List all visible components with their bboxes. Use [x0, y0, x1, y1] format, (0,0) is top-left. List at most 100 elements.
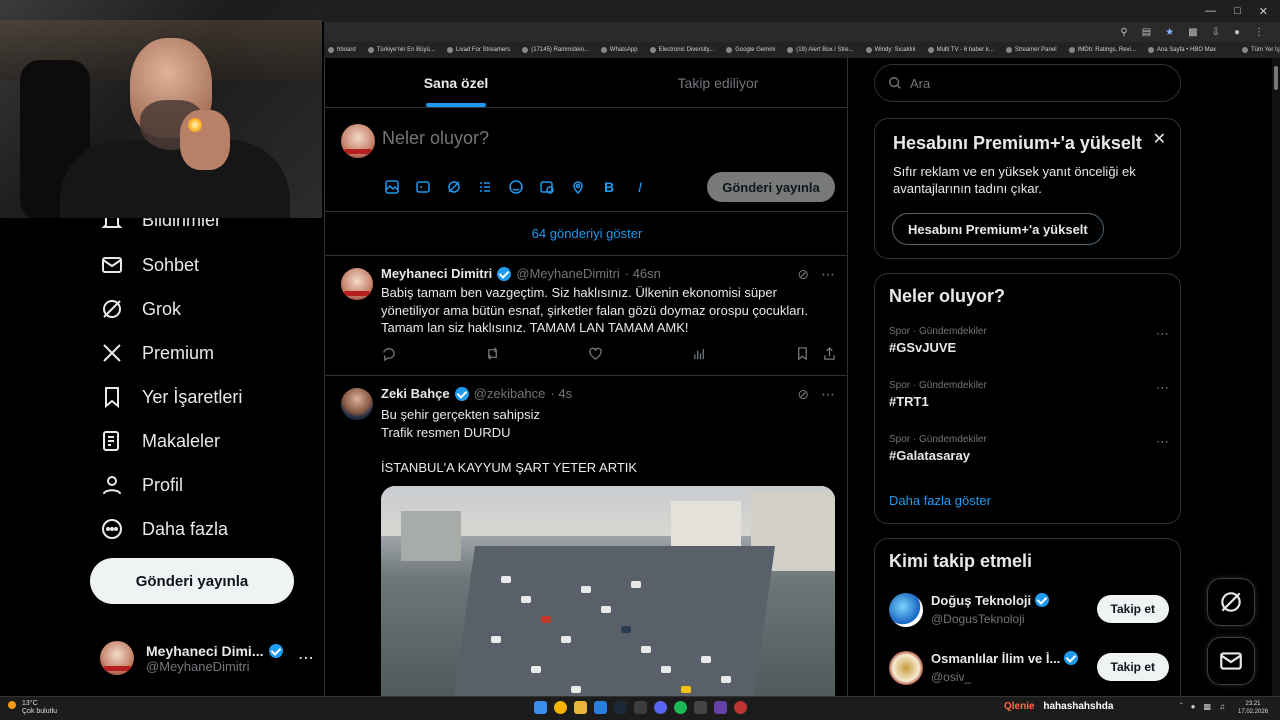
grok-fab[interactable]	[1207, 578, 1255, 626]
emoji-icon[interactable]	[507, 178, 525, 196]
bookmark-item[interactable]: Multi TV - 6 haber k...	[927, 47, 994, 53]
bookmark-item[interactable]: (19) Alert Box / Stre...	[787, 47, 854, 53]
app-icon[interactable]	[714, 701, 727, 714]
mic-icon[interactable]: ●	[1191, 702, 1196, 711]
nav-grok[interactable]: Grok	[100, 297, 181, 321]
author-name[interactable]: Zeki Bahçe	[381, 386, 450, 401]
author-handle[interactable]: @zekibahce	[474, 386, 546, 401]
schedule-icon[interactable]	[538, 178, 556, 196]
suggestion-name[interactable]: Doğuş Teknoloji	[931, 593, 1031, 608]
bookmark-item[interactable]: Streamer Panel	[1005, 47, 1057, 53]
italic-icon[interactable]: I	[631, 178, 649, 196]
bookmark-item[interactable]: Tüm Yer İşaretleri	[1242, 47, 1280, 53]
follow-button[interactable]: Takip et	[1096, 595, 1169, 623]
bookmark-item[interactable]: Ana Sayfa • HBO Max	[1147, 47, 1216, 53]
search-input[interactable]	[910, 75, 1150, 91]
tab-following[interactable]: Takip ediliyor	[587, 58, 847, 107]
bookmark-item[interactable]: Google Gemini	[726, 47, 775, 53]
bookmark-item[interactable]: (17145) Rammstein...	[522, 47, 589, 53]
address-bar[interactable]: ⚲ ▤ ★ ▩ ⇩ ● ⋮	[324, 22, 1280, 42]
repost-icon[interactable]	[485, 346, 500, 366]
grok-icon[interactable]	[445, 178, 463, 196]
bookmark-item[interactable]: IMDb: Ratings, Revi...	[1068, 47, 1136, 53]
grok-icon[interactable]: ⊘	[797, 386, 809, 403]
maximize-icon[interactable]: □	[1234, 5, 1241, 17]
zoom-icon[interactable]: ⚲	[1120, 27, 1127, 38]
star-icon[interactable]: ★	[1165, 27, 1174, 38]
nav-chat[interactable]: Sohbet	[100, 253, 199, 277]
nav-bookmarks[interactable]: Yer İşaretleri	[100, 385, 242, 409]
more-dots-icon[interactable]: ⋯	[298, 648, 314, 668]
composer-post-button[interactable]: Gönderi yayınla	[707, 172, 835, 202]
scrollbar[interactable]	[1272, 58, 1280, 696]
more-dots-icon[interactable]: ⋯	[821, 266, 835, 283]
bookmark-icon[interactable]	[795, 346, 810, 366]
more-dots-icon[interactable]: ⋯	[1156, 326, 1169, 342]
close-icon[interactable]: ✕	[1153, 129, 1166, 149]
bookmark-item[interactable]: WhatsApp	[600, 47, 638, 53]
app-icon[interactable]	[594, 701, 607, 714]
image-icon[interactable]	[383, 178, 401, 196]
nav-more[interactable]: Daha fazla	[100, 517, 228, 541]
volume-icon[interactable]: ♫	[1219, 702, 1225, 711]
tweet-time[interactable]: · 4s	[550, 386, 572, 401]
follow-suggestion[interactable]: Doğuş Teknoloji @DogusTeknoloji Takip et	[889, 591, 1169, 631]
cast-icon[interactable]: ▤	[1142, 27, 1151, 38]
author-name[interactable]: Meyhaneci Dimitri	[381, 266, 492, 281]
share-icon[interactable]	[822, 346, 837, 366]
views-icon[interactable]	[692, 346, 707, 366]
tweet[interactable]: Meyhaneci Dimitri @MeyhaneDimitri · 46sn…	[325, 256, 847, 376]
grok-icon[interactable]: ⊘	[797, 266, 809, 283]
extensions-icon[interactable]: ▩	[1188, 27, 1197, 38]
bookmark-item[interactable]: Livad For Streamers	[446, 47, 510, 53]
trend-tag[interactable]: #GSvJUVE	[889, 340, 1169, 355]
search-box[interactable]	[874, 64, 1181, 102]
like-icon[interactable]	[588, 346, 603, 366]
bold-icon[interactable]: B	[600, 178, 618, 196]
avatar[interactable]	[889, 593, 923, 627]
nav-articles[interactable]: Makaleler	[100, 429, 220, 453]
more-dots-icon[interactable]: ⋯	[821, 386, 835, 403]
composer-input[interactable]	[382, 128, 822, 149]
file-explorer-icon[interactable]	[574, 701, 587, 714]
bookmark-item[interactable]: Electronic Diversity...	[649, 47, 714, 53]
gif-icon[interactable]	[414, 178, 432, 196]
more-dots-icon[interactable]: ⋯	[1156, 380, 1169, 396]
download-icon[interactable]: ⇩	[1212, 27, 1220, 38]
close-icon[interactable]: ✕	[1259, 5, 1268, 18]
clock[interactable]: 23:21 17.02.2026	[1238, 700, 1268, 716]
weather-widget[interactable]: 13°C Çok bulutlu	[22, 700, 57, 716]
spotify-icon[interactable]	[674, 701, 687, 714]
trend-item[interactable]: Spor · Gündemdekiler #Galatasaray ⋯	[889, 434, 1169, 463]
author-handle[interactable]: @MeyhaneDimitri	[516, 266, 620, 281]
post-button[interactable]: Gönderi yayınla	[90, 558, 294, 604]
more-dots-icon[interactable]: ⋯	[1156, 434, 1169, 450]
trend-tag[interactable]: #TRT1	[889, 394, 1169, 409]
follow-suggestion[interactable]: Osmanlılar İlim ve İ... @osiv_ Takip et	[889, 649, 1169, 689]
menu-icon[interactable]: ⋮	[1254, 27, 1264, 38]
suggestion-name[interactable]: Osmanlılar İlim ve İ...	[931, 651, 1060, 666]
account-switcher[interactable]: Meyhaneci Dimi... @MeyhaneDimitri ⋯	[100, 636, 314, 680]
trend-tag[interactable]: #Galatasaray	[889, 448, 1169, 463]
bookmark-item[interactable]: Windy: Sıcaklık	[865, 47, 916, 53]
avatar[interactable]	[341, 268, 373, 300]
messages-fab[interactable]	[1207, 637, 1255, 685]
follow-button[interactable]: Takip et	[1096, 653, 1169, 681]
reply-icon[interactable]	[381, 346, 396, 366]
app-icon[interactable]	[694, 701, 707, 714]
trend-item[interactable]: Spor · Gündemdekiler #GSvJUVE ⋯	[889, 326, 1169, 355]
location-icon[interactable]	[569, 178, 587, 196]
trend-item[interactable]: Spor · Gündemdekiler #TRT1 ⋯	[889, 380, 1169, 409]
steam-icon[interactable]	[614, 701, 627, 714]
poll-icon[interactable]	[476, 178, 494, 196]
profile-icon[interactable]: ●	[1234, 27, 1240, 38]
avatar[interactable]	[889, 651, 923, 685]
nav-profile[interactable]: Profil	[100, 473, 183, 497]
tweet[interactable]: Zeki Bahçe @zekibahce · 4s ⊘ ⋯ Bu şehir …	[325, 376, 847, 696]
network-icon[interactable]: ▩	[1204, 702, 1212, 711]
chevron-up-icon[interactable]: ˆ	[1180, 702, 1183, 711]
chrome-icon[interactable]	[554, 701, 567, 714]
start-icon[interactable]	[534, 701, 547, 714]
avatar[interactable]	[341, 388, 373, 420]
nav-premium[interactable]: Premium	[100, 341, 214, 365]
